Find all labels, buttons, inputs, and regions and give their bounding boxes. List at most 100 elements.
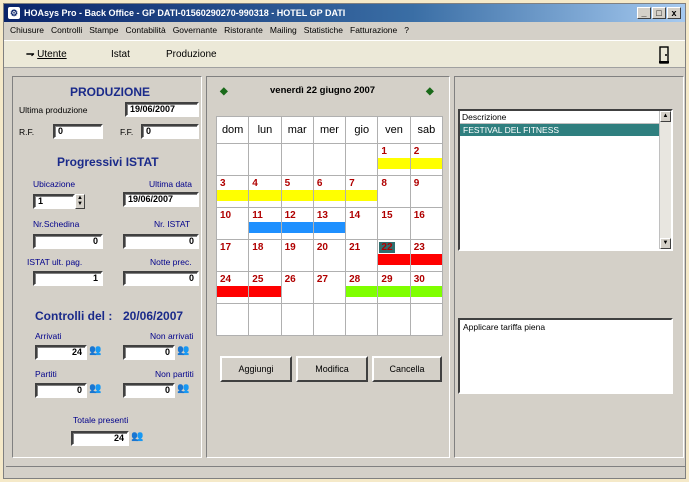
calendar-day-17[interactable]: 17 xyxy=(215,239,250,272)
booking-bar[interactable] xyxy=(249,222,281,233)
calendar-day-9[interactable]: 9 xyxy=(409,175,444,208)
rf-field[interactable]: 0 xyxy=(53,124,103,139)
booking-bar[interactable] xyxy=(378,286,410,297)
ubicazione-field[interactable]: 1 xyxy=(33,194,75,209)
calendar-day-12[interactable]: 12 xyxy=(280,207,314,240)
calendar-day-21[interactable]: 21 xyxy=(345,239,379,272)
calendar-day-13[interactable]: 13 xyxy=(312,207,347,240)
ff-field[interactable]: 0 xyxy=(141,124,199,139)
calendar-day-2[interactable]: 2 xyxy=(409,143,444,176)
booking-bar[interactable] xyxy=(410,158,442,169)
calendar-day-5[interactable]: 5 xyxy=(280,175,314,208)
notte-prec-field[interactable]: 0 xyxy=(123,271,199,286)
calendar-day-14[interactable]: 14 xyxy=(345,207,379,240)
cancella-button[interactable]: Cancella xyxy=(372,356,442,382)
calendar-day-3[interactable]: 3 xyxy=(215,175,250,208)
totale-presenti-field[interactable]: 24 xyxy=(71,431,129,446)
booking-bar[interactable] xyxy=(313,190,346,201)
non-partiti-field[interactable]: 0 xyxy=(123,383,175,398)
partiti-field[interactable]: 0 xyxy=(35,383,87,398)
prev-month-arrow-icon[interactable]: ◆ xyxy=(220,86,228,97)
non-arrivati-label: Non arrivati xyxy=(150,331,194,341)
calendar-day-4[interactable]: 4 xyxy=(248,175,282,208)
partiti-people-icon[interactable]: 👥 xyxy=(89,383,101,394)
calendar-day-10[interactable]: 10 xyxy=(215,207,250,240)
ubicazione-spinner[interactable]: ▲ ▼ xyxy=(75,194,85,209)
booking-bar[interactable] xyxy=(346,190,378,201)
close-button[interactable]: x xyxy=(667,7,681,19)
booking-bar[interactable] xyxy=(378,158,410,169)
booking-bar[interactable] xyxy=(378,254,410,265)
booking-bar[interactable] xyxy=(249,190,281,201)
booking-bar[interactable] xyxy=(410,254,442,265)
menu-controlli[interactable]: Controlli xyxy=(51,25,82,35)
arrivati-field[interactable]: 24 xyxy=(35,345,87,360)
menu-statistiche[interactable]: Statistiche xyxy=(304,25,343,35)
non-arrivati-field[interactable]: 0 xyxy=(123,345,175,360)
menu-fatturazione[interactable]: Fatturazione xyxy=(350,25,397,35)
calendar-day-22[interactable]: 22 xyxy=(377,239,411,272)
menu-help[interactable]: ? xyxy=(404,25,409,35)
calendar-day-26[interactable]: 26 xyxy=(280,271,314,304)
menu-stampe[interactable]: Stampe xyxy=(89,25,118,35)
utente-tab[interactable]: ⇁ Utente xyxy=(26,49,67,60)
menu-contabilita[interactable]: Contabilità xyxy=(126,25,166,35)
ultima-data-field[interactable]: 19/06/2007 xyxy=(123,192,199,207)
calendar-day-29[interactable]: 29 xyxy=(377,271,411,304)
calendar-day-15[interactable]: 15 xyxy=(377,207,411,240)
calendar-day-23[interactable]: 23 xyxy=(409,239,444,272)
events-list[interactable]: Descrizione FESTIVAL DEL FITNESS ▲ ▼ xyxy=(458,109,673,251)
nr-schedina-label: Nr.Schedina xyxy=(33,219,80,229)
booking-bar[interactable] xyxy=(410,286,442,297)
nr-istat-field[interactable]: 0 xyxy=(123,234,199,249)
note-textarea[interactable]: Applicare tariffa piena xyxy=(458,318,673,394)
calendar-day-6[interactable]: 6 xyxy=(312,175,347,208)
calendar-day-18[interactable]: 18 xyxy=(248,239,282,272)
ultima-produzione-field[interactable]: 19/06/2007 xyxy=(125,102,199,117)
booking-bar[interactable] xyxy=(217,286,249,297)
minimize-button[interactable]: _ xyxy=(637,7,651,19)
calendar-day-30[interactable]: 30 xyxy=(409,271,444,304)
calendar-day-1[interactable]: 1 xyxy=(377,143,411,176)
non-arrivati-people-icon[interactable]: 👥 xyxy=(177,345,189,356)
istat-ult-pag-field[interactable]: 1 xyxy=(33,271,103,286)
calendar-week xyxy=(215,303,444,336)
menu-governante[interactable]: Governante xyxy=(173,25,217,35)
menu-chiusure[interactable]: Chiusure xyxy=(10,25,44,35)
booking-bar[interactable] xyxy=(217,190,249,201)
calendar-day-24[interactable]: 24 xyxy=(215,271,250,304)
calendar-day-20[interactable]: 20 xyxy=(312,239,347,272)
events-scrollbar[interactable]: ▲ ▼ xyxy=(659,111,671,249)
scroll-up-icon[interactable]: ▲ xyxy=(660,111,671,122)
booking-bar[interactable] xyxy=(249,286,281,297)
calendar-day-11[interactable]: 11 xyxy=(248,207,282,240)
calendar-day-27[interactable]: 27 xyxy=(312,271,347,304)
nr-schedina-field[interactable]: 0 xyxy=(33,234,103,249)
calendar-day-28[interactable]: 28 xyxy=(345,271,379,304)
booking-bar[interactable] xyxy=(281,190,313,201)
exit-door-icon[interactable] xyxy=(657,46,671,64)
non-partiti-people-icon[interactable]: 👥 xyxy=(177,383,189,394)
calendar-day-16[interactable]: 16 xyxy=(409,207,444,240)
calendar-day-8[interactable]: 8 xyxy=(377,175,411,208)
menu-ristorante[interactable]: Ristorante xyxy=(224,25,263,35)
arrivati-people-icon[interactable]: 👥 xyxy=(89,345,101,356)
produzione-tab[interactable]: Produzione xyxy=(166,49,217,60)
calendar-day-19[interactable]: 19 xyxy=(280,239,314,272)
produzione-title: PRODUZIONE xyxy=(70,85,151,99)
calendar-day-25[interactable]: 25 xyxy=(248,271,282,304)
booking-bar[interactable] xyxy=(281,222,313,233)
modifica-button[interactable]: Modifica xyxy=(296,356,368,382)
calendar-grid: dom lun mar mer gio ven sab 1 2 3 4 5 6 7 8 9 10 11 12 13 1… xyxy=(215,116,444,336)
scroll-down-icon[interactable]: ▼ xyxy=(660,238,671,249)
booking-bar[interactable] xyxy=(346,286,378,297)
maximize-button[interactable]: □ xyxy=(652,7,666,19)
menu-mailing[interactable]: Mailing xyxy=(270,25,297,35)
istat-tab[interactable]: Istat xyxy=(111,49,130,60)
calendar-day-7[interactable]: 7 xyxy=(345,175,379,208)
aggiungi-button[interactable]: Aggiungi xyxy=(220,356,292,382)
event-list-item[interactable]: FESTIVAL DEL FITNESS xyxy=(460,124,660,136)
next-month-arrow-icon[interactable]: ◆ xyxy=(426,86,434,97)
booking-bar[interactable] xyxy=(313,222,346,233)
totale-people-icon[interactable]: 👥 xyxy=(131,431,143,442)
